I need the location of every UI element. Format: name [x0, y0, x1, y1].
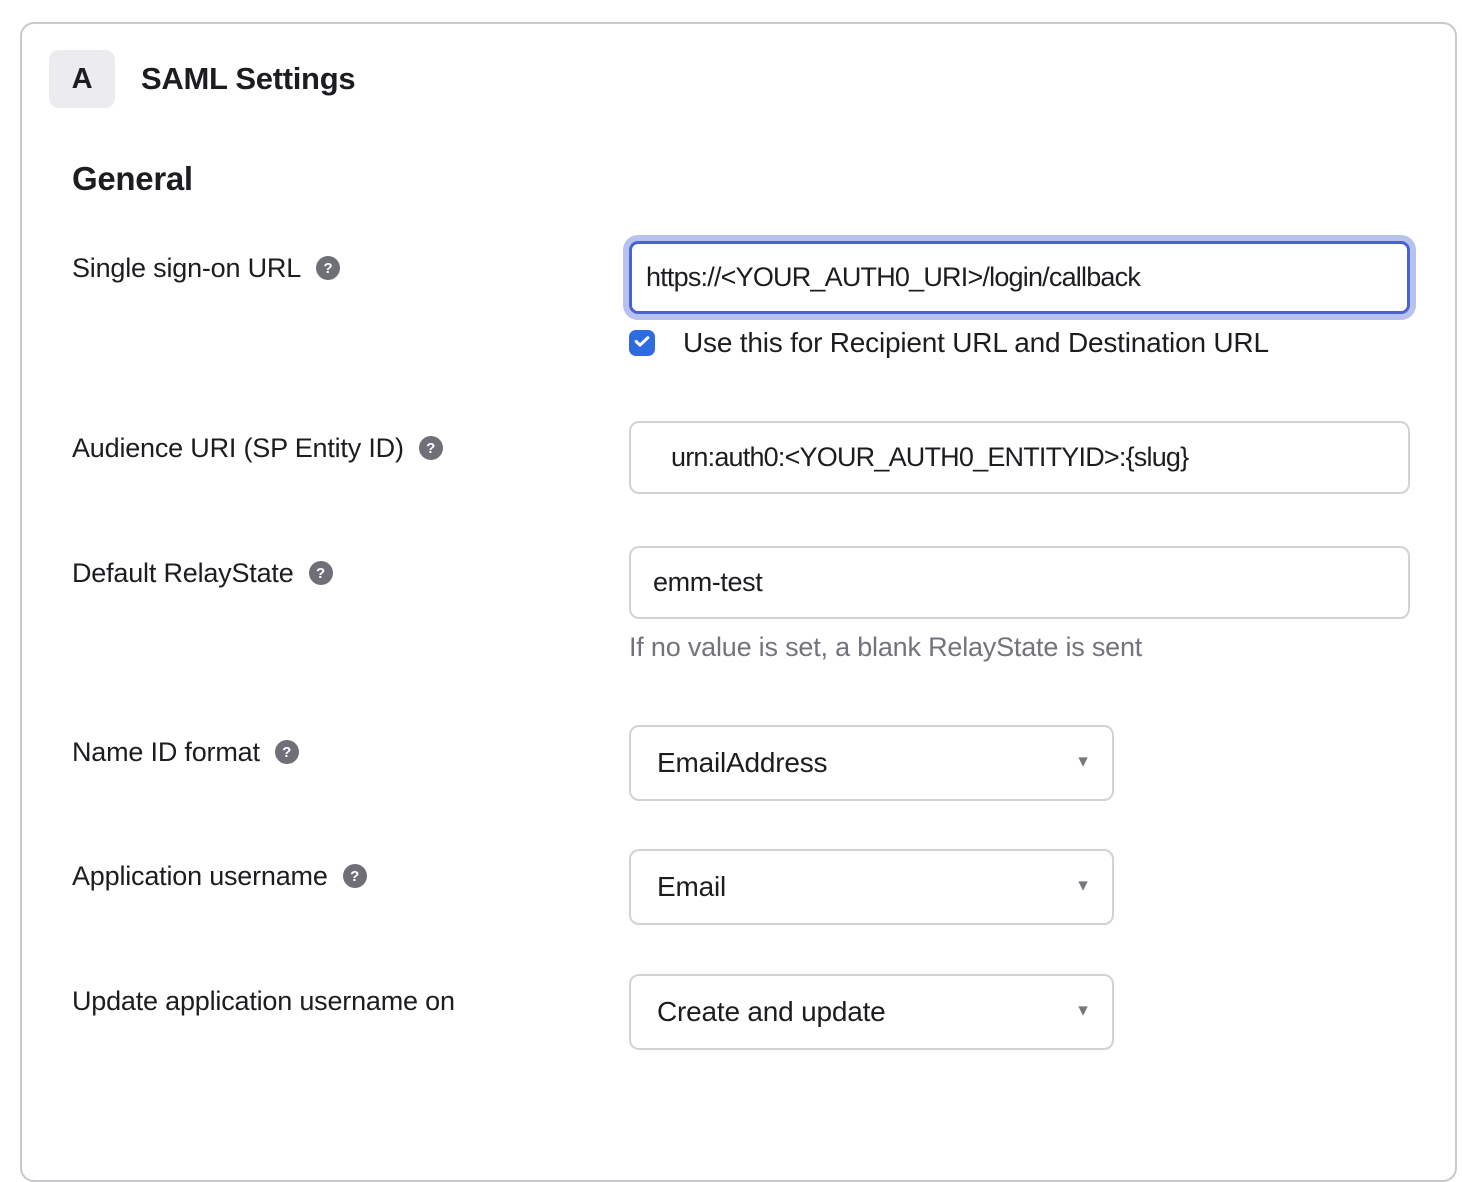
default-relaystate-label: Default RelayState: [72, 558, 294, 589]
audience-uri-label: Audience URI (SP Entity ID): [72, 433, 404, 464]
step-badge: A: [49, 50, 115, 108]
application-username-value: Email: [657, 871, 726, 903]
name-id-format-label: Name ID format: [72, 737, 260, 768]
name-id-format-value: EmailAddress: [657, 747, 827, 779]
update-application-username-select[interactable]: Create and update ▼: [629, 974, 1114, 1050]
help-icon[interactable]: ?: [316, 256, 340, 280]
help-icon[interactable]: ?: [275, 740, 299, 764]
section-title-general: General: [72, 162, 1455, 195]
row-audience-uri: Audience URI (SP Entity ID) ?: [72, 421, 1455, 494]
single-sign-on-url-input[interactable]: [629, 241, 1410, 314]
row-default-relaystate: Default RelayState ? If no value is set,…: [72, 546, 1455, 663]
help-icon[interactable]: ?: [309, 561, 333, 585]
help-icon[interactable]: ?: [419, 436, 443, 460]
chevron-down-icon: ▼: [1075, 754, 1091, 772]
saml-settings-panel: A SAML Settings General Single sign-on U…: [20, 22, 1457, 1182]
chevron-down-icon: ▼: [1075, 1003, 1091, 1021]
application-username-select[interactable]: Email ▼: [629, 849, 1114, 925]
help-icon[interactable]: ?: [343, 864, 367, 888]
row-single-sign-on-url: Single sign-on URL ? Use this for Recipi…: [72, 241, 1455, 359]
update-application-username-value: Create and update: [657, 996, 886, 1028]
name-id-format-select[interactable]: EmailAddress ▼: [629, 725, 1114, 801]
recipient-destination-checkbox[interactable]: [629, 330, 655, 356]
row-update-application-username: Update application username on Create an…: [72, 974, 1455, 1050]
single-sign-on-url-label: Single sign-on URL: [72, 253, 301, 284]
application-username-label: Application username: [72, 861, 328, 892]
row-name-id-format: Name ID format ? EmailAddress ▼: [72, 725, 1455, 801]
relaystate-helper-text: If no value is set, a blank RelayState i…: [629, 632, 1410, 663]
default-relaystate-input[interactable]: [629, 546, 1410, 619]
update-application-username-label: Update application username on: [72, 986, 455, 1017]
panel-title: SAML Settings: [141, 61, 355, 97]
checkmark-icon: [632, 331, 652, 356]
audience-uri-input[interactable]: [629, 421, 1410, 494]
row-application-username: Application username ? Email ▼: [72, 849, 1455, 925]
panel-header: A SAML Settings: [49, 50, 1455, 108]
chevron-down-icon: ▼: [1075, 878, 1091, 896]
saml-settings-form: Single sign-on URL ? Use this for Recipi…: [72, 241, 1455, 1050]
recipient-destination-checkbox-label[interactable]: Use this for Recipient URL and Destinati…: [683, 327, 1269, 359]
